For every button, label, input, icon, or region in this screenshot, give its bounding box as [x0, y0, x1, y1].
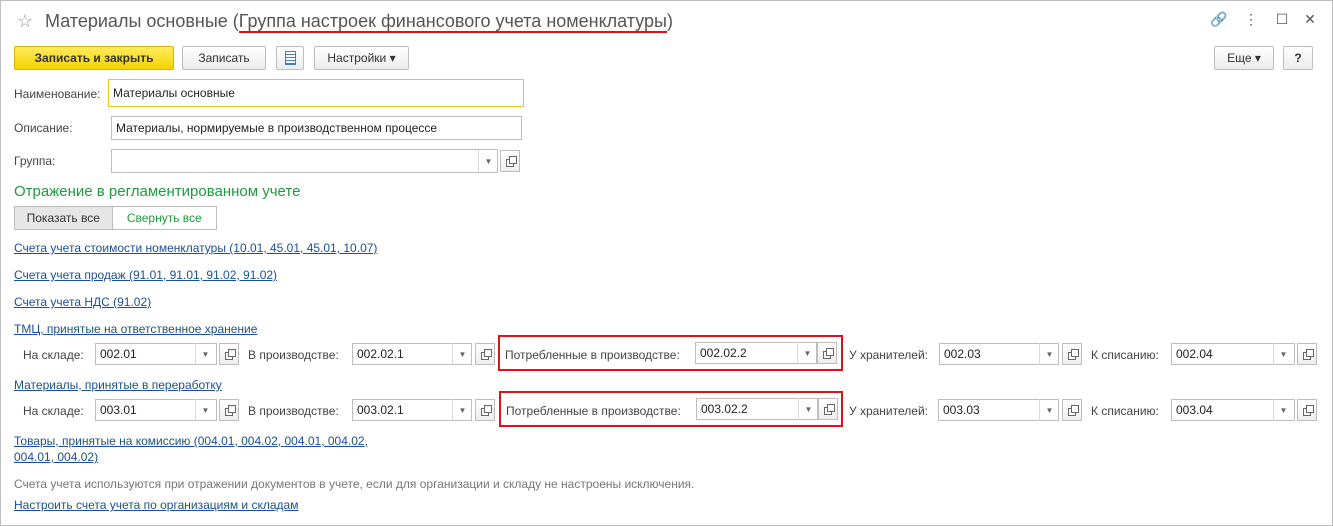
chevron-down-icon[interactable]: ▼	[1273, 399, 1293, 421]
open-button[interactable]	[818, 398, 838, 420]
row1-warehouse-label: На складе:	[23, 348, 84, 362]
link-icon[interactable]: 🔗	[1209, 11, 1229, 28]
save-and-close-button[interactable]: Записать и закрыть	[14, 46, 174, 70]
close-icon[interactable]: ✕	[1300, 11, 1320, 28]
accounts-note: Счета учета используются при отражении д…	[14, 477, 695, 491]
description-label: Описание:	[14, 121, 73, 135]
description-field[interactable]: Материалы, нормируемые в производственно…	[111, 116, 522, 140]
open-window-icon	[1302, 348, 1314, 360]
name-label: Наименование:	[14, 87, 101, 101]
cost-accounts-link[interactable]: Счета учета стоимости номенклатуры (10.0…	[14, 241, 377, 255]
chevron-down-icon[interactable]: ▼	[1039, 399, 1059, 421]
help-button[interactable]: ?	[1283, 46, 1313, 70]
window-title: Материалы основные (Группа настроек фина…	[45, 11, 673, 33]
open-window-icon	[1067, 404, 1079, 416]
open-window-icon	[823, 403, 835, 415]
row2-production-label: В производстве:	[248, 404, 339, 418]
open-window-icon	[480, 404, 492, 416]
row2-warehouse-label: На складе:	[23, 404, 84, 418]
row2-consumed-label: Потребленные в производстве:	[506, 404, 681, 418]
commission-link-line1[interactable]: Товары, принятые на комиссию (004.01, 00…	[14, 434, 368, 448]
open-window-icon	[480, 348, 492, 360]
row2-writeoff-label: К списанию:	[1091, 404, 1159, 418]
more-button[interactable]: Еще ▾	[1214, 46, 1274, 70]
configure-accounts-link[interactable]: Настроить счета учета по организациям и …	[14, 498, 298, 512]
group-field[interactable]	[111, 149, 498, 173]
group-label: Группа:	[14, 154, 56, 168]
commission-link-line2[interactable]: 004.01, 004.02)	[14, 450, 98, 464]
open-window-icon	[505, 155, 517, 167]
open-window-icon	[1067, 348, 1079, 360]
vat-accounts-link[interactable]: Счета учета НДС (91.02)	[14, 295, 151, 309]
chevron-down-icon[interactable]: ▼	[452, 343, 472, 365]
row2-keepers-label: У хранителей:	[849, 404, 928, 418]
title-group-underlined: Группа настроек финансового учета номенк…	[238, 11, 667, 33]
show-all-button[interactable]: Показать все	[15, 207, 113, 229]
form-window: ☆ Материалы основные (Группа настроек фи…	[0, 0, 1333, 526]
open-window-icon	[224, 404, 236, 416]
row1-keepers-label: У хранителей:	[849, 348, 928, 362]
open-button[interactable]	[475, 343, 495, 365]
processing-link[interactable]: Материалы, принятые в переработку	[14, 378, 222, 392]
chevron-down-icon[interactable]: ▼	[195, 343, 215, 365]
more-vertical-icon[interactable]: ⋮	[1241, 11, 1261, 28]
safekeeping-link[interactable]: ТМЦ, принятые на ответственное хранение	[14, 322, 257, 336]
open-window-icon	[224, 348, 236, 360]
row1-production-label: В производстве:	[248, 348, 339, 362]
open-button[interactable]	[475, 399, 495, 421]
maximize-icon[interactable]: ☐	[1272, 11, 1292, 28]
report-button[interactable]	[276, 46, 304, 70]
open-button[interactable]	[219, 399, 239, 421]
favorite-star-icon[interactable]: ☆	[17, 11, 33, 32]
title-suffix: )	[666, 11, 673, 31]
chevron-down-icon[interactable]: ▼	[1273, 343, 1293, 365]
row1-consumed-label: Потребленные в производстве:	[505, 348, 680, 362]
chevron-down-icon[interactable]: ▼	[452, 399, 472, 421]
settings-button[interactable]: Настройки ▾	[314, 46, 409, 70]
collapse-all-button[interactable]: Свернуть все	[112, 207, 216, 229]
chevron-down-icon[interactable]: ▼	[797, 342, 817, 364]
open-button[interactable]	[1297, 399, 1317, 421]
title-prefix: Материалы основные (	[45, 11, 239, 31]
open-window-icon	[1302, 404, 1314, 416]
sales-accounts-link[interactable]: Счета учета продаж (91.01, 91.01, 91.02,…	[14, 268, 277, 282]
chevron-down-icon[interactable]: ▼	[798, 398, 818, 420]
open-button[interactable]	[1062, 343, 1082, 365]
row1-writeoff-label: К списанию:	[1091, 348, 1159, 362]
document-list-icon	[284, 51, 296, 65]
open-window-icon	[822, 347, 834, 359]
chevron-down-icon[interactable]: ▼	[478, 150, 498, 172]
show-collapse-toggle: Показать все Свернуть все	[14, 206, 217, 230]
open-button[interactable]	[1062, 399, 1082, 421]
chevron-down-icon[interactable]: ▼	[195, 399, 215, 421]
open-group-button[interactable]	[500, 150, 520, 172]
chevron-down-icon[interactable]: ▼	[1039, 343, 1059, 365]
section-title: Отражение в регламентированном учете	[14, 183, 301, 200]
open-button[interactable]	[817, 342, 837, 364]
open-button[interactable]	[1297, 343, 1317, 365]
open-button[interactable]	[219, 343, 239, 365]
save-button[interactable]: Записать	[182, 46, 266, 70]
name-field[interactable]: Материалы основные	[108, 79, 524, 107]
